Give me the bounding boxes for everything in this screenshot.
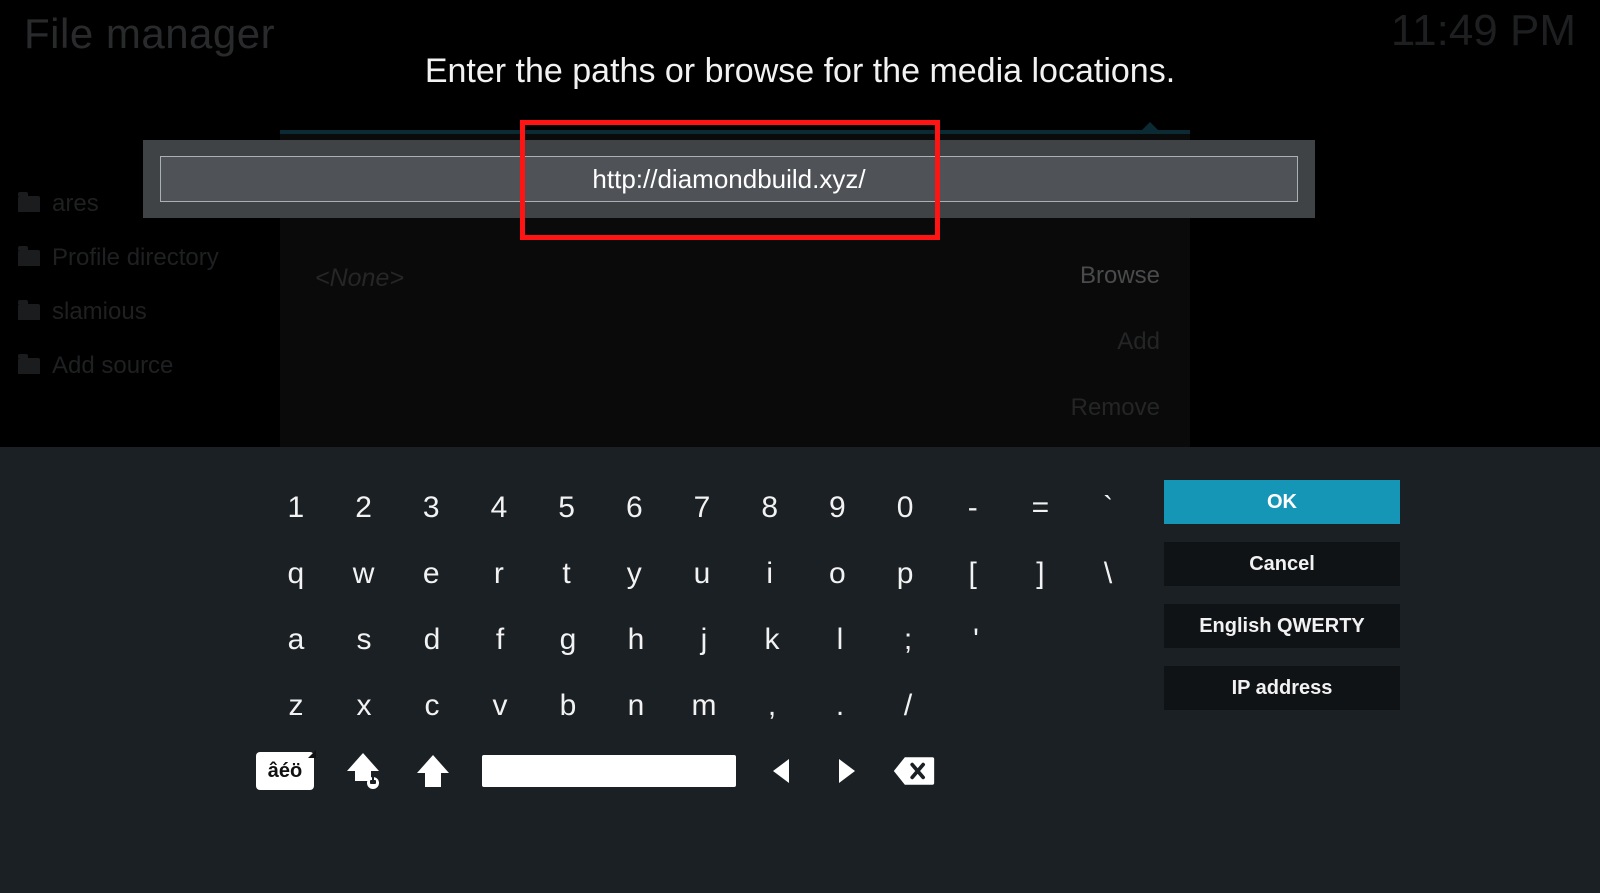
key-d[interactable]: d bbox=[398, 611, 466, 669]
key-minus[interactable]: - bbox=[939, 479, 1007, 537]
source-path-none: <None> bbox=[315, 264, 404, 293]
key-k[interactable]: k bbox=[738, 611, 806, 669]
key-r[interactable]: r bbox=[465, 545, 533, 603]
key-p[interactable]: p bbox=[871, 545, 939, 603]
key-period[interactable]: . bbox=[806, 677, 874, 735]
keyboard-row-4: z x c v b n m , . / bbox=[262, 673, 1142, 739]
sidebar-item-label: Add source bbox=[52, 352, 173, 380]
arrow-left-key[interactable] bbox=[764, 753, 800, 789]
sidebar-item-label: ares bbox=[52, 190, 99, 218]
sidebar-item-label: slamious bbox=[52, 298, 147, 326]
sidebar-item-slamious: slamious bbox=[18, 298, 219, 326]
key-b[interactable]: b bbox=[534, 677, 602, 735]
folder-icon bbox=[18, 196, 40, 212]
folder-icon bbox=[18, 358, 40, 374]
dialog-right-buttons: Browse Add Remove bbox=[1071, 262, 1160, 422]
ok-button[interactable]: OK bbox=[1164, 480, 1400, 524]
spacebar-key[interactable] bbox=[482, 755, 736, 787]
key-3[interactable]: 3 bbox=[397, 479, 465, 537]
folder-icon bbox=[18, 304, 40, 320]
key-1[interactable]: 1 bbox=[262, 479, 330, 537]
key-bracket-right[interactable]: ] bbox=[1007, 545, 1075, 603]
key-0[interactable]: 0 bbox=[871, 479, 939, 537]
key-o[interactable]: o bbox=[804, 545, 872, 603]
key-q[interactable]: q bbox=[262, 545, 330, 603]
key-backtick[interactable]: ` bbox=[1074, 479, 1142, 537]
prompt-title: Enter the paths or browse for the media … bbox=[0, 52, 1600, 91]
add-button-dimmed: Add bbox=[1117, 328, 1160, 356]
arrow-left-icon bbox=[767, 756, 797, 786]
key-n[interactable]: n bbox=[602, 677, 670, 735]
key-bracket-left[interactable]: [ bbox=[939, 545, 1007, 603]
keyboard-special-row: âéö bbox=[256, 747, 936, 795]
caps-lock-key[interactable] bbox=[342, 750, 384, 792]
key-4[interactable]: 4 bbox=[465, 479, 533, 537]
key-6[interactable]: 6 bbox=[600, 479, 668, 537]
key-j[interactable]: j bbox=[670, 611, 738, 669]
key-w[interactable]: w bbox=[330, 545, 398, 603]
key-9[interactable]: 9 bbox=[804, 479, 872, 537]
key-slash[interactable]: / bbox=[874, 677, 942, 735]
sidebar: ares Profile directory slamious Add sour… bbox=[18, 190, 219, 380]
key-backslash[interactable]: \ bbox=[1074, 545, 1142, 603]
key-e[interactable]: e bbox=[397, 545, 465, 603]
url-input-row: http://diamondbuild.xyz/ bbox=[143, 140, 1315, 218]
onscreen-keyboard: 1 2 3 4 5 6 7 8 9 0 - = ` q w e r t y u … bbox=[0, 447, 1600, 893]
key-c[interactable]: c bbox=[398, 677, 466, 735]
key-l[interactable]: l bbox=[806, 611, 874, 669]
shift-lock-icon bbox=[343, 751, 383, 791]
cancel-button[interactable]: Cancel bbox=[1164, 542, 1400, 586]
key-t[interactable]: t bbox=[533, 545, 601, 603]
page-title: File manager bbox=[24, 10, 275, 58]
sidebar-item-label: Profile directory bbox=[52, 244, 219, 272]
keyboard-keys-grid: 1 2 3 4 5 6 7 8 9 0 - = ` q w e r t y u … bbox=[262, 475, 1142, 739]
key-comma[interactable]: , bbox=[738, 677, 806, 735]
key-v[interactable]: v bbox=[466, 677, 534, 735]
key-2[interactable]: 2 bbox=[330, 479, 398, 537]
backspace-icon bbox=[892, 755, 936, 787]
keyboard-layout-button[interactable]: English QWERTY bbox=[1164, 604, 1400, 648]
key-g[interactable]: g bbox=[534, 611, 602, 669]
key-h[interactable]: h bbox=[602, 611, 670, 669]
key-5[interactable]: 5 bbox=[533, 479, 601, 537]
browse-button-dimmed: Browse bbox=[1080, 262, 1160, 290]
key-f[interactable]: f bbox=[466, 611, 534, 669]
key-semicolon[interactable]: ; bbox=[874, 611, 942, 669]
dialog-caret-icon bbox=[1140, 122, 1160, 132]
key-s[interactable]: s bbox=[330, 611, 398, 669]
remove-button-dimmed: Remove bbox=[1071, 394, 1160, 422]
keyboard-row-3: a s d f g h j k l ; ' bbox=[262, 607, 1142, 673]
key-x[interactable]: x bbox=[330, 677, 398, 735]
folder-icon bbox=[18, 250, 40, 266]
sidebar-item-add-source: Add source bbox=[18, 352, 219, 380]
backspace-key[interactable] bbox=[892, 753, 936, 789]
arrow-right-icon bbox=[831, 756, 861, 786]
arrow-right-key[interactable] bbox=[828, 753, 864, 789]
keyboard-side-buttons: OK Cancel English QWERTY IP address bbox=[1164, 480, 1400, 710]
ip-address-button[interactable]: IP address bbox=[1164, 666, 1400, 710]
key-z[interactable]: z bbox=[262, 677, 330, 735]
key-apostrophe[interactable]: ' bbox=[942, 611, 1010, 669]
key-y[interactable]: y bbox=[600, 545, 668, 603]
shift-icon bbox=[413, 751, 453, 791]
accent-chars-key[interactable]: âéö bbox=[256, 752, 314, 790]
key-i[interactable]: i bbox=[736, 545, 804, 603]
sidebar-item-profile-directory: Profile directory bbox=[18, 244, 219, 272]
key-m[interactable]: m bbox=[670, 677, 738, 735]
key-7[interactable]: 7 bbox=[668, 479, 736, 537]
key-equals[interactable]: = bbox=[1007, 479, 1075, 537]
shift-key[interactable] bbox=[412, 750, 454, 792]
clock: 11:49 PM bbox=[1391, 6, 1576, 56]
url-input[interactable]: http://diamondbuild.xyz/ bbox=[160, 156, 1298, 202]
key-8[interactable]: 8 bbox=[736, 479, 804, 537]
keyboard-row-2: q w e r t y u i o p [ ] \ bbox=[262, 541, 1142, 607]
keyboard-row-1: 1 2 3 4 5 6 7 8 9 0 - = ` bbox=[262, 475, 1142, 541]
key-u[interactable]: u bbox=[668, 545, 736, 603]
key-a[interactable]: a bbox=[262, 611, 330, 669]
